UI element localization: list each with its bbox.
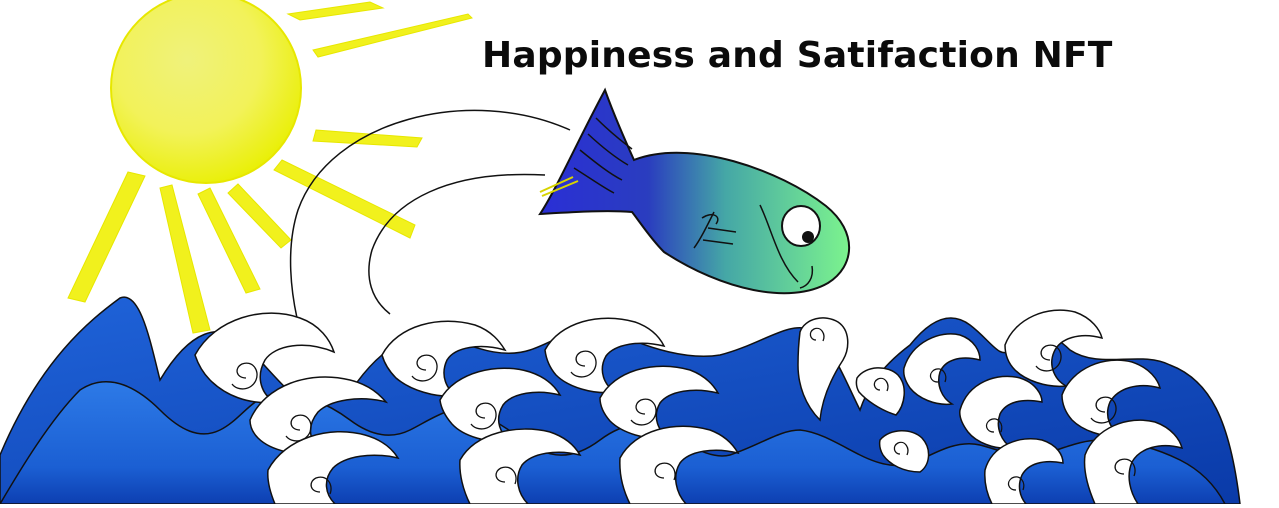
fish-eye <box>781 205 821 247</box>
sun-ray-1 <box>286 1 385 21</box>
sun-ray-3 <box>312 129 423 148</box>
illustration: Happiness and Satifaction NFT <box>0 0 1279 505</box>
sun-ray-4 <box>273 159 416 239</box>
sun-ray-7 <box>159 184 211 334</box>
waves-icon <box>0 296 1241 505</box>
page-title: Happiness and Satifaction NFT <box>482 35 1113 76</box>
sun-disc <box>110 0 302 184</box>
trail-2 <box>368 173 546 315</box>
sun-ray-8 <box>67 171 146 303</box>
sun-ray-5 <box>227 183 292 249</box>
fish-icon <box>538 87 850 295</box>
sun-ray-2 <box>312 13 473 58</box>
sun-icon <box>67 0 473 334</box>
fish-body <box>538 87 850 295</box>
